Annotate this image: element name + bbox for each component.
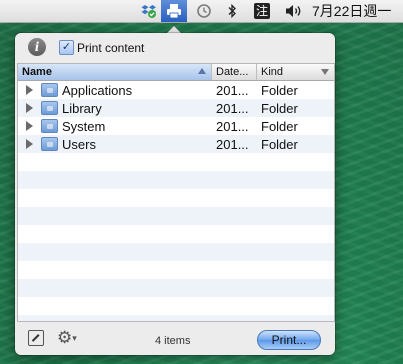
row-kind: Folder bbox=[261, 137, 298, 152]
info-icon[interactable]: i bbox=[28, 38, 46, 56]
input-method-glyph: 注 bbox=[254, 3, 270, 19]
empty-row bbox=[18, 315, 334, 321]
print-content-checkbox[interactable]: ✓ bbox=[59, 40, 74, 55]
column-header-name[interactable]: Name bbox=[18, 64, 212, 80]
disclosure-triangle-icon[interactable] bbox=[26, 121, 33, 131]
table-rows: Applications 201... Folder Library 201..… bbox=[18, 81, 334, 321]
row-date: 201... bbox=[216, 83, 249, 98]
row-date: 201... bbox=[216, 137, 249, 152]
column-header-date[interactable]: Date... bbox=[212, 64, 257, 80]
time-machine-icon[interactable] bbox=[193, 0, 215, 22]
row-kind: Folder bbox=[261, 119, 298, 134]
table-row[interactable]: Applications 201... Folder bbox=[18, 81, 334, 99]
row-name: Library bbox=[62, 101, 102, 116]
row-kind: Folder bbox=[261, 83, 298, 98]
print-popover: i ✓ Print content Name Date... Kind Appl… bbox=[15, 33, 335, 355]
print-content-label[interactable]: Print content bbox=[77, 41, 144, 55]
disclosure-triangle-icon[interactable] bbox=[26, 103, 33, 113]
empty-row bbox=[18, 207, 334, 225]
sort-ascending-icon bbox=[198, 68, 206, 74]
dropbox-icon[interactable] bbox=[139, 0, 159, 22]
print-button[interactable]: Print... bbox=[257, 330, 321, 350]
volume-icon[interactable] bbox=[283, 0, 307, 22]
empty-row bbox=[18, 189, 334, 207]
row-kind: Folder bbox=[261, 101, 298, 116]
system-folder-icon bbox=[41, 119, 58, 133]
empty-row bbox=[18, 297, 334, 315]
column-header-name-label: Name bbox=[22, 66, 52, 78]
gear-icon[interactable]: ⚙▾ bbox=[57, 329, 83, 347]
empty-row bbox=[18, 279, 334, 297]
row-name: System bbox=[62, 119, 106, 134]
column-menu-chevron-icon[interactable] bbox=[321, 69, 329, 75]
empty-row bbox=[18, 225, 334, 243]
empty-row bbox=[18, 243, 334, 261]
input-method-icon[interactable]: 注 bbox=[253, 0, 271, 22]
row-date: 201... bbox=[216, 101, 249, 116]
printer-icon[interactable] bbox=[161, 0, 187, 22]
file-table[interactable]: Name Date... Kind Applications 201... Fo… bbox=[17, 63, 335, 322]
item-count: 4 items bbox=[155, 335, 191, 347]
row-name: Users bbox=[62, 137, 96, 152]
table-header: Name Date... Kind bbox=[18, 64, 334, 81]
popover-header: i ✓ Print content bbox=[15, 33, 335, 63]
empty-row bbox=[18, 261, 334, 279]
table-row[interactable]: Users 201... Folder bbox=[18, 135, 334, 153]
disclosure-triangle-icon[interactable] bbox=[26, 139, 33, 149]
library-folder-icon bbox=[41, 101, 58, 115]
empty-row bbox=[18, 171, 334, 189]
popover-footer: ⚙▾ 4 items Print... bbox=[15, 323, 335, 355]
disclosure-triangle-icon[interactable] bbox=[26, 85, 33, 95]
table-row[interactable]: System 201... Folder bbox=[18, 117, 334, 135]
row-date: 201... bbox=[216, 119, 249, 134]
row-name: Applications bbox=[62, 83, 133, 98]
users-folder-icon bbox=[41, 137, 58, 151]
table-row[interactable]: Library 201... Folder bbox=[18, 99, 334, 117]
column-header-kind[interactable]: Kind bbox=[257, 64, 317, 80]
applications-folder-icon bbox=[41, 83, 58, 97]
menu-bar: 注 7月22日週一 bbox=[0, 0, 403, 23]
empty-row bbox=[18, 153, 334, 171]
bluetooth-icon[interactable] bbox=[224, 0, 240, 22]
resize-icon[interactable] bbox=[28, 330, 44, 346]
menubar-clock[interactable]: 7月22日週一 bbox=[312, 0, 403, 22]
